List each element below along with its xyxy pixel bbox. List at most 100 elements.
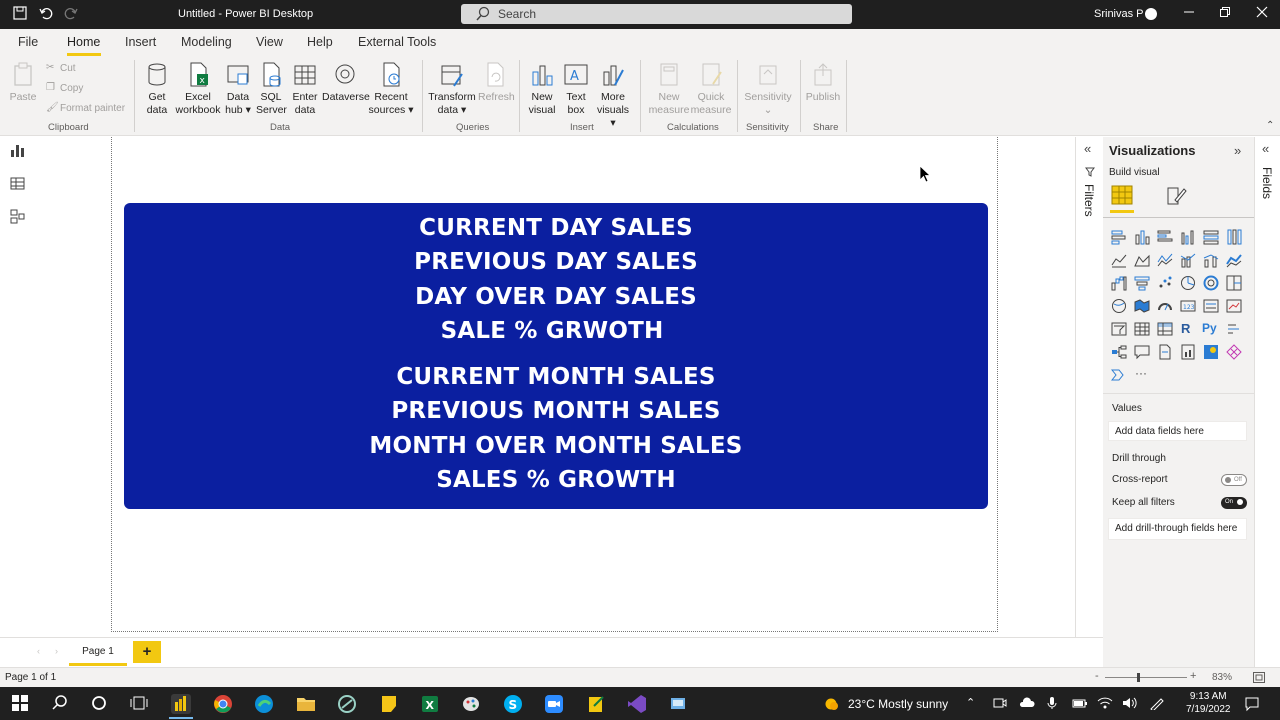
cut-button[interactable]: Cut <box>60 63 76 74</box>
app-icon-2[interactable] <box>668 694 688 714</box>
get-data-button[interactable]: Get data <box>141 62 173 117</box>
file-explorer-icon[interactable] <box>296 694 316 714</box>
tab-insert[interactable]: Insert <box>125 35 156 49</box>
100-percent-column-chart-icon[interactable] <box>1226 229 1242 245</box>
keep-all-filters-toggle[interactable]: On <box>1221 497 1247 509</box>
weather-text[interactable]: 23°C Mostly sunny <box>848 697 948 711</box>
edge-icon[interactable] <box>254 694 274 714</box>
paste-button[interactable]: Paste <box>9 62 37 104</box>
line-chart-icon[interactable] <box>1111 252 1127 268</box>
windows-start-icon[interactable] <box>11 694 31 714</box>
chevron-up-icon[interactable]: ⌃ <box>966 696 975 709</box>
cross-report-toggle[interactable]: Off <box>1221 474 1247 486</box>
avatar[interactable] <box>1145 8 1157 20</box>
enter-data-button[interactable]: Enter data <box>290 62 320 117</box>
battery-icon[interactable] <box>1072 696 1088 713</box>
expand-fields-icon[interactable]: « <box>1262 141 1269 156</box>
transform-data-button[interactable]: Transform data ▾ <box>428 62 476 117</box>
speaker-icon[interactable] <box>1122 696 1138 713</box>
r-script-visual-icon[interactable]: R <box>1181 321 1197 337</box>
key-influencers-icon[interactable] <box>1226 321 1242 337</box>
multi-row-card-icon[interactable] <box>1203 298 1219 314</box>
task-view-icon[interactable] <box>130 694 150 714</box>
donut-chart-icon[interactable] <box>1203 275 1219 291</box>
area-chart-icon[interactable] <box>1134 252 1150 268</box>
data-hub-button[interactable]: Data hub ▾ <box>223 62 253 117</box>
tab-file[interactable]: File <box>18 35 38 49</box>
taskbar-search-icon[interactable] <box>51 694 71 714</box>
tab-help[interactable]: Help <box>307 35 333 49</box>
new-visual-button[interactable]: New visual <box>527 62 557 117</box>
tab-external-tools[interactable]: External Tools <box>358 35 436 49</box>
values-well[interactable]: Add data fields here <box>1108 421 1247 441</box>
paint-icon[interactable] <box>461 694 481 714</box>
copy-button[interactable]: Copy <box>60 83 83 94</box>
sales-text-card[interactable]: CURRENT DAY SALES PREVIOUS DAY SALES DAY… <box>124 203 988 509</box>
close-icon[interactable] <box>1252 6 1272 24</box>
ribbon-chart-icon[interactable] <box>1226 252 1242 268</box>
excel-workbook-button[interactable]: x Excel workbook <box>175 62 221 117</box>
restore-icon[interactable] <box>1215 6 1235 24</box>
redo-icon[interactable] <box>62 6 80 24</box>
power-automate-icon[interactable] <box>1110 367 1127 383</box>
slicer-icon[interactable] <box>1111 321 1127 337</box>
sticky-notes-icon[interactable] <box>379 694 399 714</box>
zoom-slider-thumb[interactable] <box>1137 673 1140 682</box>
paginated-report-icon[interactable] <box>1180 344 1196 360</box>
waterfall-chart-icon[interactable] <box>1111 275 1127 291</box>
qa-visual-icon[interactable] <box>1134 344 1150 360</box>
app-icon[interactable] <box>337 694 357 714</box>
tab-modeling[interactable]: Modeling <box>181 35 232 49</box>
model-view-icon[interactable] <box>9 208 26 225</box>
minimize-icon[interactable] <box>1179 6 1199 24</box>
system-clock[interactable]: 9:13 AM 7/19/2022 <box>1186 690 1231 716</box>
expand-filters-icon[interactable]: « <box>1084 141 1091 156</box>
power-apps-icon[interactable] <box>1226 344 1242 360</box>
filters-pane[interactable]: « Filters <box>1075 137 1103 637</box>
excel-taskbar-icon[interactable]: X <box>420 694 440 714</box>
format-painter-button[interactable]: Format painter <box>60 103 125 114</box>
decomposition-tree-icon[interactable] <box>1111 344 1127 360</box>
report-view-icon[interactable] <box>9 142 26 159</box>
gauge-icon[interactable] <box>1157 298 1173 314</box>
collapse-visualizations-icon[interactable]: » <box>1234 143 1241 158</box>
line-and-clustered-column-icon[interactable] <box>1203 252 1219 268</box>
skype-icon[interactable]: S <box>503 694 523 714</box>
fields-pane[interactable]: « Fields <box>1254 137 1280 667</box>
100-percent-bar-chart-icon[interactable] <box>1203 229 1219 245</box>
data-view-icon[interactable] <box>9 175 26 192</box>
matrix-icon[interactable] <box>1157 321 1173 337</box>
zoom-out-icon[interactable]: - <box>1095 670 1099 682</box>
next-page-icon[interactable]: › <box>55 646 58 656</box>
stacked-bar-chart-icon[interactable] <box>1111 229 1127 245</box>
publish-button[interactable]: Publish <box>805 62 841 104</box>
line-and-column-chart-icon[interactable] <box>1180 252 1196 268</box>
zoom-meetings-icon[interactable] <box>544 694 564 714</box>
tab-home[interactable]: Home <box>67 35 100 49</box>
pen-workspace-icon[interactable] <box>1148 696 1164 713</box>
wifi-icon[interactable] <box>1097 696 1113 713</box>
table-visual-icon[interactable] <box>1134 321 1150 337</box>
zoom-level[interactable]: 83% <box>1212 672 1232 683</box>
power-bi-taskbar-icon[interactable] <box>171 694 191 714</box>
sql-server-button[interactable]: SQL Server <box>256 62 287 117</box>
notepad-icon[interactable] <box>586 694 606 714</box>
microphone-icon[interactable] <box>1046 696 1058 713</box>
drill-through-well[interactable]: Add drill-through fields here <box>1108 518 1247 540</box>
notifications-icon[interactable] <box>1244 696 1260 715</box>
sensitivity-button[interactable]: Sensitivity ⌄ <box>742 62 794 117</box>
save-icon[interactable] <box>11 6 29 24</box>
more-visuals-icon[interactable]: ··· <box>1135 366 1151 382</box>
new-measure-button[interactable]: New measure <box>648 62 690 117</box>
search-box[interactable]: Search <box>461 4 852 24</box>
format-visual-icon[interactable] <box>1165 184 1187 209</box>
dataverse-button[interactable]: Dataverse <box>322 62 370 104</box>
azure-map-icon[interactable] <box>1203 344 1219 360</box>
clustered-column-chart-icon[interactable] <box>1180 229 1196 245</box>
tab-view[interactable]: View <box>256 35 283 49</box>
recent-sources-button[interactable]: Recent sources ▾ <box>368 62 414 117</box>
funnel-chart-icon[interactable] <box>1134 275 1150 291</box>
scatter-chart-icon[interactable] <box>1157 275 1173 291</box>
fit-to-page-icon[interactable] <box>1253 672 1265 686</box>
python-visual-icon[interactable]: Py <box>1202 321 1222 337</box>
